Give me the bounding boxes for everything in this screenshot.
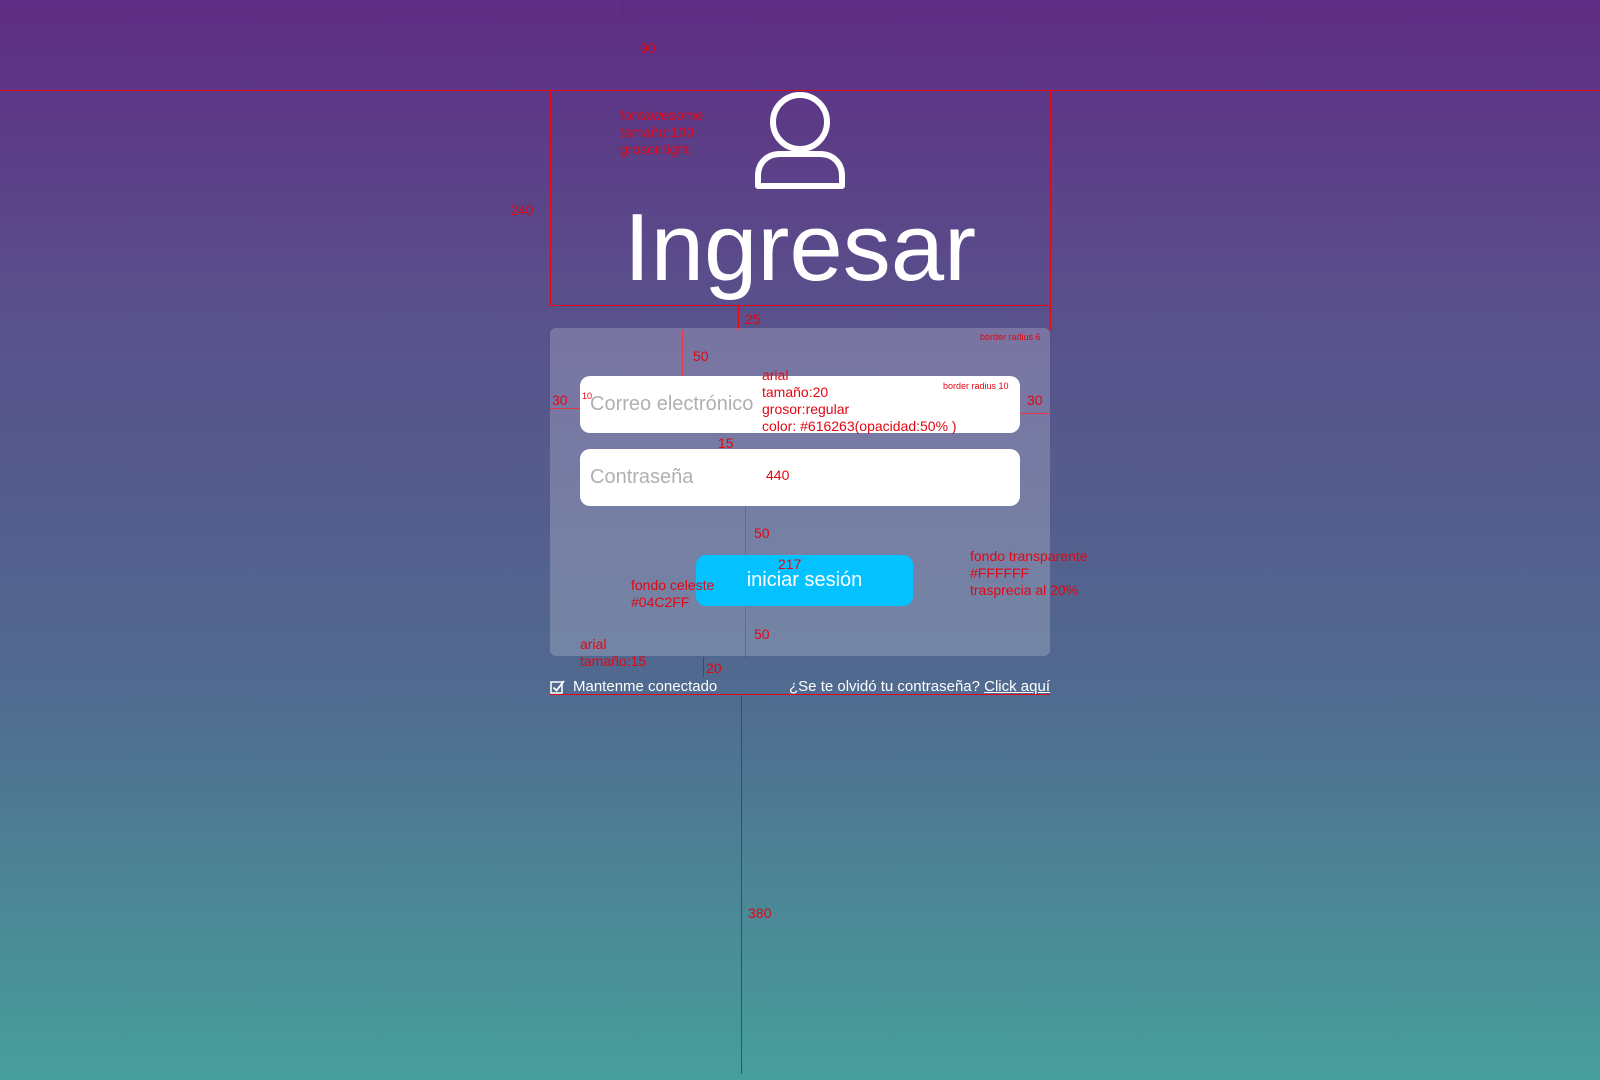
annotation-input-gap: 15: [718, 435, 734, 451]
annotation-card-bg: fondo transparente #FFFFFF trasprecia al…: [970, 548, 1088, 598]
forgot-password-link[interactable]: Click aquí: [984, 678, 1050, 695]
annotation-card-radius: border radius 6: [980, 332, 1041, 342]
annotation-input-font: arial tamaño:20 grosor:regular color: #6…: [762, 367, 957, 434]
annotation-pad-left: 30: [552, 392, 568, 408]
page-title: Ingresar: [623, 194, 977, 301]
annotation-bottom-gap: 380: [748, 905, 772, 921]
annotation-text-pad: 10: [582, 391, 593, 401]
annotation-card-top-pad: 50: [693, 348, 709, 364]
annotation-footer-gap: 20: [706, 660, 722, 676]
guide-line-header-bottom: [552, 305, 1050, 306]
remember-label: Mantenme conectado: [573, 678, 718, 695]
annotation-card-bottom-pad: 50: [754, 626, 770, 642]
annotation-button-width: 217: [778, 556, 802, 572]
annotation-footer-font: arial tamaño:15: [580, 636, 647, 669]
annotation-pad-right: 30: [1027, 392, 1043, 408]
remember-me[interactable]: Mantenme conectado: [550, 678, 717, 695]
annotation-header-height: 240: [510, 202, 534, 218]
annotation-top-gap: 90: [640, 40, 656, 56]
checkbox-icon[interactable]: [550, 679, 565, 694]
annotation-button-bg: fondo celeste #04C2FF: [631, 577, 715, 610]
guide-line-top-gap: [617, 0, 618, 90]
user-icon: [755, 92, 845, 189]
guide-line-top: [0, 90, 1600, 91]
guide-line-footer-gap: [703, 657, 704, 677]
annotation-input-radius: border radius 10: [943, 381, 1009, 391]
annotation-icon-spec: fontawesome tamaño:100 grosor:light: [620, 107, 704, 157]
login-button[interactable]: iniciar sesión: [696, 555, 913, 606]
password-input[interactable]: [580, 449, 1020, 506]
forgot-text: ¿Se te olvidó tu contraseña?: [789, 678, 985, 695]
guide-line-header-right: [1050, 90, 1051, 330]
annotation-title-gap: 25: [745, 311, 761, 327]
forgot-password: ¿Se te olvidó tu contraseña? Click aquí: [789, 678, 1050, 695]
annotation-button-gap: 50: [754, 525, 770, 541]
guide-line-title-gap: [738, 306, 739, 330]
annotation-input-width: 440: [766, 467, 790, 483]
guide-line-bottom-gap: [741, 694, 742, 1074]
